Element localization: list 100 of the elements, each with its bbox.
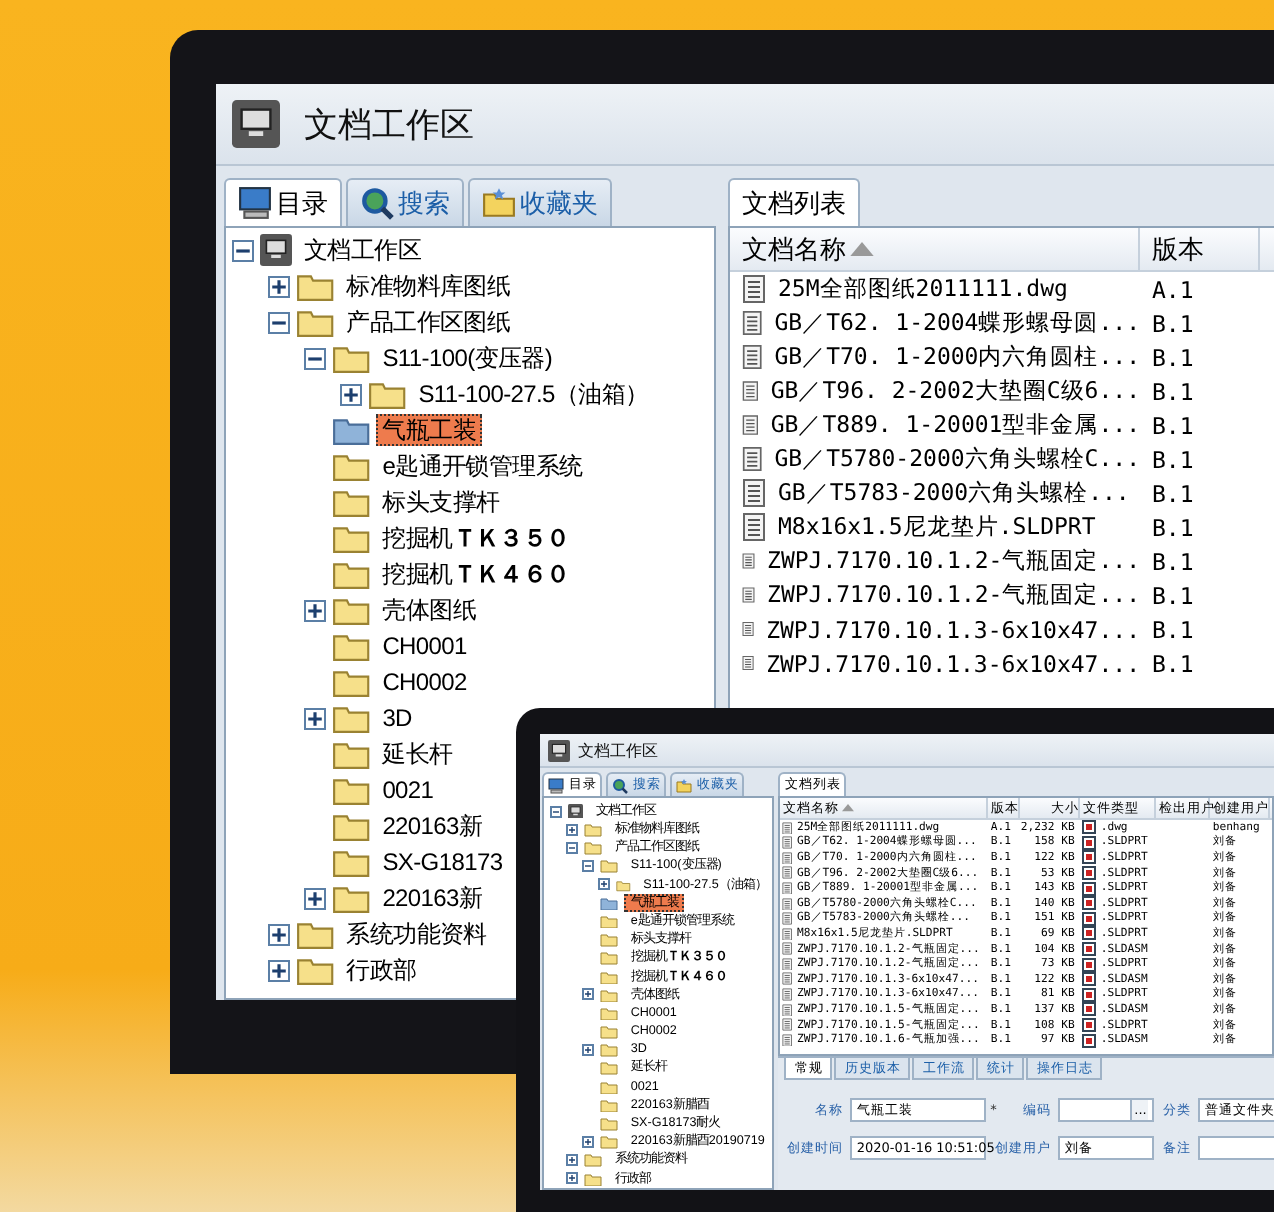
document-icon <box>742 274 766 304</box>
table-cell-text: B.1 <box>1150 445 1196 473</box>
table-cell-text: B.1 <box>1150 581 1196 609</box>
tree-item[interactable]: 系统功能资料 <box>340 917 493 951</box>
table-cell-text: B.1 <box>1150 411 1196 439</box>
folder-icon <box>296 918 335 950</box>
computer-icon <box>548 739 570 761</box>
plus-icon <box>342 385 360 403</box>
expand-toggle[interactable] <box>582 1044 595 1057</box>
expand-toggle[interactable] <box>304 707 326 729</box>
column-header[interactable]: 版本 <box>1140 228 1260 270</box>
tree-item[interactable]: S11-100(变压器) <box>376 341 559 375</box>
plus-icon <box>584 1046 593 1055</box>
folder-icon <box>368 378 407 410</box>
expand-toggle[interactable] <box>582 860 595 873</box>
file-name: ZWPJ.7170.10.1.2-气瓶固定... <box>767 546 1140 576</box>
file-name: GB／T96. 2-2002大垫圈C级6... <box>770 376 1140 406</box>
tree-item[interactable]: 标准物料库图纸 <box>340 269 517 303</box>
column-header[interactable]: 文档名称 <box>730 228 1140 270</box>
document-icon <box>742 410 759 440</box>
expand-toggle[interactable] <box>268 959 290 981</box>
minus-icon <box>584 862 593 871</box>
minus-icon <box>552 807 561 816</box>
expand-toggle[interactable] <box>304 347 326 369</box>
tree-item[interactable]: SX-G18173 <box>376 845 509 879</box>
expand-toggle[interactable] <box>550 805 563 818</box>
tree-item[interactable]: 220163新 <box>376 881 489 915</box>
tab[interactable]: 收藏夹 <box>468 178 612 226</box>
sort-arrow-icon <box>850 241 874 257</box>
folder-icon <box>332 594 371 626</box>
file-name: 25M全部图纸2011111.dwg <box>778 274 1068 304</box>
folder-icon <box>332 882 371 914</box>
table-cell-text: B.1 <box>1150 479 1196 507</box>
folder-icon <box>296 270 335 302</box>
tab[interactable]: 文档列表 <box>728 178 860 226</box>
folder-icon <box>332 666 371 698</box>
tree-item[interactable]: 挖掘机ＴＫ４６０ <box>376 557 576 591</box>
tree-item[interactable]: 延长杆 <box>376 737 459 771</box>
plus-icon <box>584 990 593 999</box>
expand-toggle[interactable] <box>582 988 595 1001</box>
plus-icon <box>270 925 288 943</box>
expand-toggle[interactable] <box>340 383 362 405</box>
tree-item[interactable]: 行政部 <box>340 953 423 987</box>
expand-toggle[interactable] <box>598 878 611 891</box>
tree-item[interactable]: 3D <box>376 701 418 735</box>
computer-icon <box>260 234 292 266</box>
folder-icon <box>332 738 371 770</box>
plus-icon <box>600 880 609 889</box>
window-title: 文档工作区 <box>578 739 658 761</box>
expand-toggle[interactable] <box>232 239 254 261</box>
input-field[interactable] <box>1198 1136 1274 1160</box>
file-name: M8x16x1.5尼龙垫片.SLDPRT <box>778 512 1096 542</box>
table-cell-text: B.1 <box>1150 377 1196 405</box>
expand-toggle[interactable] <box>582 1135 595 1148</box>
computer-icon <box>238 186 272 220</box>
tree-item[interactable]: e匙通开锁管理系统 <box>376 449 589 483</box>
tree-item[interactable]: 0021 <box>376 773 440 807</box>
file-name: GB／T70. 1-2000内六角圆柱... <box>774 342 1140 372</box>
tree-item[interactable]: S11-100-27.5（油箱） <box>412 377 655 411</box>
tree-item[interactable]: CH0001 <box>376 629 473 663</box>
tree-item[interactable]: 挖掘机ＴＫ３５０ <box>376 521 576 555</box>
expand-toggle[interactable] <box>304 887 326 909</box>
file-name: GB／T62. 1-2004蝶形螺母圆... <box>774 308 1140 338</box>
tree-item[interactable]: 220163新 <box>376 809 489 843</box>
tree-item[interactable]: 壳体图纸 <box>376 593 482 627</box>
tab[interactable]: 搜索 <box>346 178 464 226</box>
tab[interactable]: 目录 <box>224 178 342 226</box>
expand-toggle[interactable] <box>566 841 579 854</box>
search-icon <box>612 777 629 793</box>
tree-item[interactable]: 文档工作区 <box>298 233 428 267</box>
file-name: GB／T5780-2000六角头螺栓C... <box>774 444 1140 474</box>
expand-toggle[interactable] <box>268 311 290 333</box>
plus-icon <box>306 889 324 907</box>
expand-toggle[interactable] <box>268 923 290 945</box>
folder-icon <box>296 306 335 338</box>
folder-icon <box>332 810 371 842</box>
expand-toggle[interactable] <box>566 1154 579 1167</box>
folder-icon <box>332 414 371 446</box>
folder-icon <box>332 342 371 374</box>
document-icon <box>742 478 766 508</box>
expand-toggle[interactable] <box>268 275 290 297</box>
table-cell-text: B.1 <box>1150 513 1196 541</box>
folder-icon <box>332 702 371 734</box>
expand-toggle[interactable] <box>304 599 326 621</box>
table-cell-text: A.1 <box>1150 275 1196 303</box>
folder-icon <box>332 846 371 878</box>
table-cell-text: B.1 <box>1150 649 1196 677</box>
computer-icon <box>548 777 565 793</box>
folder-star-icon <box>482 186 516 220</box>
tree-item[interactable]: CH0002 <box>376 665 473 699</box>
table-cell-text: B.1 <box>1150 343 1196 371</box>
folder-icon <box>332 630 371 662</box>
tree-item[interactable]: 标头支撑杆 <box>376 485 506 519</box>
file-name: GB／T5783-2000六角头螺栓... <box>778 478 1130 508</box>
expand-toggle[interactable] <box>566 823 579 836</box>
expand-toggle[interactable] <box>566 1172 579 1185</box>
tree-item[interactable]: 产品工作区图纸 <box>340 305 517 339</box>
tree-item[interactable]: 气瓶工装 <box>376 413 482 447</box>
file-name: ZWPJ.7170.10.1.3-6x10x47... <box>766 649 1140 677</box>
file-name: GB／T889. 1-20001型非金属... <box>770 410 1140 440</box>
